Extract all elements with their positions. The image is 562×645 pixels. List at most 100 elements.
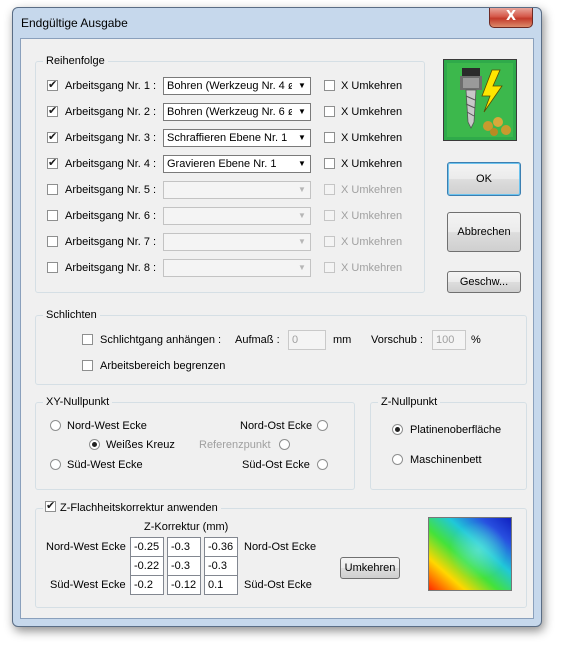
z-surface-label: Platinenoberfläche [410, 424, 502, 436]
step-7-checkbox[interactable] [47, 236, 58, 247]
finish-pass-label: Schlichtgang anhängen : [100, 334, 222, 346]
z-bed-label: Maschinenbett [410, 454, 482, 466]
step-6-label: Arbeitsgang Nr. 6 : [65, 210, 157, 222]
schlichten-group: Schlichten Schlichtgang anhängen : Aufma… [35, 308, 527, 385]
xy-sw-radio[interactable] [50, 459, 61, 470]
xy-nw-radio[interactable] [50, 420, 61, 431]
step-7-reverse-label: X Umkehren [341, 236, 403, 248]
flatness-group: Z-Flachheitskorrektur anwenden Z-Korrekt… [35, 499, 527, 608]
step-5-select[interactable]: ▼ [163, 181, 311, 199]
step-3-reverse-label: X Umkehren [341, 132, 403, 144]
step-2-reverse-label: X Umkehren [341, 106, 403, 118]
dialog-client: Reihenfolge Arbeitsgang Nr. 1 : Bohren (… [20, 38, 534, 619]
xy-no-label: Nord-Ost Ecke [240, 420, 313, 432]
flat-nw-label: Nord-West Ecke [46, 541, 126, 553]
dropdown-arrow-icon: ▼ [298, 211, 306, 220]
xy-cross-radio[interactable] [89, 439, 100, 450]
step-7-reverse-checkbox[interactable] [324, 236, 335, 247]
z-correction-cell[interactable]: 0.1 [204, 575, 238, 595]
z-correction-cell[interactable]: -0.2 [130, 575, 164, 595]
step-3-select[interactable]: Schraffieren Ebene Nr. 1 ▼ [163, 129, 311, 147]
z-nullpunkt-legend: Z-Nullpunkt [378, 395, 441, 409]
z-correction-cell[interactable]: -0.12 [167, 575, 201, 595]
xy-nullpunkt-group: XY-Nullpunkt Nord-West Ecke Nord-Ost Eck… [35, 395, 355, 490]
step-2-reverse-checkbox[interactable] [324, 106, 335, 117]
feed-label: Vorschub : [371, 334, 423, 346]
z-correction-cell[interactable]: -0.25 [130, 537, 164, 557]
flat-sw-label: Süd-West Ecke [50, 579, 126, 591]
dialog-window: Endgültige Ausgabe X Reihenfolge Arbeits… [12, 7, 542, 627]
step-3-label: Arbeitsgang Nr. 3 : [65, 132, 157, 144]
step-4-reverse-checkbox[interactable] [324, 158, 335, 169]
xy-no-radio[interactable] [317, 420, 328, 431]
cancel-button[interactable]: Abbrechen [447, 212, 521, 252]
step-4-select[interactable]: Gravieren Ebene Nr. 1 ▼ [163, 155, 311, 173]
allowance-label: Aufmaß : [235, 334, 280, 346]
step-5-reverse-label: X Umkehren [341, 184, 403, 196]
step-4-reverse-label: X Umkehren [341, 158, 403, 170]
limit-area-checkbox[interactable] [82, 360, 93, 371]
z-correction-cell[interactable]: -0.22 [130, 556, 164, 576]
window-title: Endgültige Ausgabe [21, 16, 128, 30]
step-1-reverse-label: X Umkehren [341, 80, 403, 92]
flat-so-label: Süd-Ost Ecke [244, 579, 312, 591]
dropdown-arrow-icon: ▼ [298, 263, 306, 272]
dropdown-arrow-icon: ▼ [298, 107, 306, 116]
step-2-label: Arbeitsgang Nr. 2 : [65, 106, 157, 118]
step-3-checkbox[interactable] [47, 130, 58, 143]
step-3-select-value: Schraffieren Ebene Nr. 1 [167, 132, 288, 144]
step-4-select-value: Gravieren Ebene Nr. 1 [167, 158, 277, 170]
z-surface-radio[interactable] [392, 424, 403, 435]
step-8-reverse-checkbox[interactable] [324, 262, 335, 273]
z-correction-cell[interactable]: -0.3 [204, 556, 238, 576]
z-correction-cell[interactable]: -0.3 [167, 537, 201, 557]
xy-sw-label: Süd-West Ecke [67, 459, 143, 471]
step-8-checkbox[interactable] [47, 262, 58, 273]
xy-so-label: Süd-Ost Ecke [242, 459, 310, 471]
step-1-select[interactable]: Bohren (Werkzeug Nr. 4 ø ▼ [163, 77, 311, 95]
cnc-drill-icon [443, 59, 517, 141]
step-3-reverse-checkbox[interactable] [324, 132, 335, 143]
close-button[interactable]: X [489, 8, 533, 28]
step-2-select-value: Bohren (Werkzeug Nr. 6 ø [167, 106, 292, 118]
flat-no-label: Nord-Ost Ecke [244, 541, 317, 553]
z-nullpunkt-group: Z-Nullpunkt Platinenoberfläche Maschinen… [370, 395, 527, 490]
flatness-checkbox[interactable] [45, 499, 56, 513]
reihenfolge-legend: Reihenfolge [43, 54, 108, 68]
z-correction-cell[interactable]: -0.3 [167, 556, 201, 576]
step-6-select[interactable]: ▼ [163, 207, 311, 225]
allowance-input[interactable]: 0 [288, 330, 326, 350]
feed-input[interactable]: 100 [432, 330, 466, 350]
speed-button[interactable]: Geschw... [447, 271, 521, 293]
step-4-checkbox[interactable] [47, 156, 58, 169]
step-5-checkbox[interactable] [47, 184, 58, 195]
flatness-label: Z-Flachheitskorrektur anwenden [60, 502, 218, 514]
step-1-select-value: Bohren (Werkzeug Nr. 4 ø [167, 80, 292, 92]
xy-so-radio[interactable] [317, 459, 328, 470]
step-1-checkbox[interactable] [47, 78, 58, 91]
xy-nullpunkt-legend: XY-Nullpunkt [43, 395, 113, 409]
xy-ref-radio[interactable] [279, 439, 290, 450]
dropdown-arrow-icon: ▼ [298, 133, 306, 142]
step-2-select[interactable]: Bohren (Werkzeug Nr. 6 ø ▼ [163, 103, 311, 121]
step-8-select[interactable]: ▼ [163, 259, 311, 277]
ok-button[interactable]: OK [447, 162, 521, 196]
step-2-checkbox[interactable] [47, 104, 58, 117]
z-correction-cell[interactable]: -0.36 [204, 537, 238, 557]
step-7-select[interactable]: ▼ [163, 233, 311, 251]
dropdown-arrow-icon: ▼ [298, 185, 306, 194]
reverse-button[interactable]: Umkehren [340, 557, 400, 579]
z-bed-radio[interactable] [392, 454, 403, 465]
schlichten-legend: Schlichten [43, 308, 100, 322]
step-1-reverse-checkbox[interactable] [324, 80, 335, 91]
step-5-reverse-checkbox[interactable] [324, 184, 335, 195]
feed-unit: % [471, 334, 481, 346]
step-5-label: Arbeitsgang Nr. 5 : [65, 184, 157, 196]
flatness-legend: Z-Flachheitskorrektur anwenden [43, 499, 221, 515]
allowance-unit: mm [333, 334, 352, 346]
finish-pass-checkbox[interactable] [82, 334, 93, 345]
close-icon: X [505, 9, 517, 24]
step-6-checkbox[interactable] [47, 210, 58, 221]
step-6-reverse-checkbox[interactable] [324, 210, 335, 221]
step-1-label: Arbeitsgang Nr. 1 : [65, 80, 157, 92]
